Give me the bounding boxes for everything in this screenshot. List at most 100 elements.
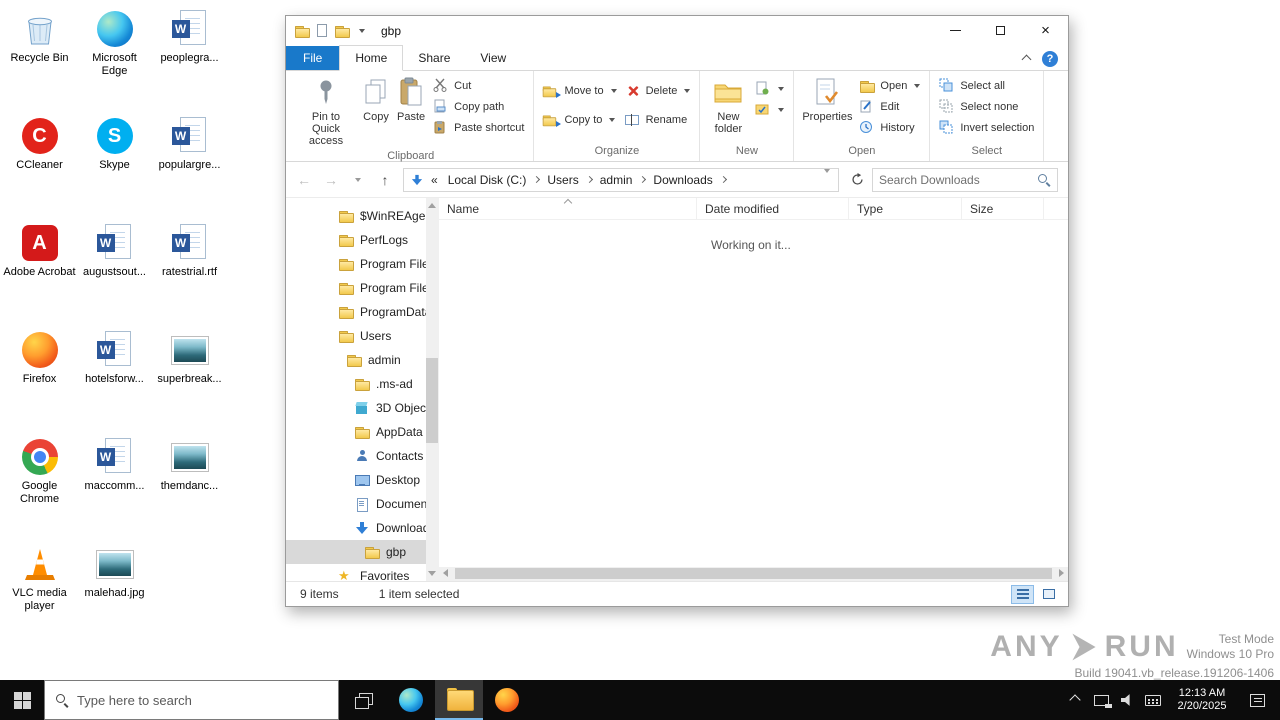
column-header-type[interactable]: Type (849, 198, 962, 219)
minimize-button[interactable] (933, 16, 978, 45)
network-button[interactable] (1088, 680, 1114, 720)
tab-file[interactable]: File (286, 46, 340, 70)
easy-access-button[interactable] (751, 101, 788, 119)
desktop-icon-ratestrial-rtf[interactable]: W ratestrial.rtf (152, 220, 227, 327)
keyboard-button[interactable] (1140, 680, 1166, 720)
breadcrumb-downloads[interactable]: Downloads (649, 173, 716, 187)
breadcrumb-admin[interactable]: admin (596, 173, 637, 187)
tree-item-appdata[interactable]: AppData (286, 420, 426, 444)
scrollbar-thumb[interactable] (455, 568, 1052, 579)
tree-item-users[interactable]: Users (286, 324, 426, 348)
qat-customize-caret-icon[interactable] (359, 28, 365, 33)
search-input[interactable] (879, 172, 1033, 187)
scroll-down-icon[interactable] (428, 571, 436, 576)
forward-button[interactable]: → (319, 168, 343, 192)
history-button[interactable]: History (855, 119, 924, 137)
cut-button[interactable]: Cut (429, 77, 528, 95)
taskbar-file-explorer-button[interactable] (435, 680, 483, 720)
tree-item-gbp[interactable]: gbp (286, 540, 426, 564)
paste-button[interactable]: Paste (393, 74, 429, 125)
paste-shortcut-button[interactable]: Paste shortcut (429, 119, 528, 137)
column-header-size[interactable]: Size (962, 198, 1044, 219)
desktop-icon-peoplegra[interactable]: W peoplegra... (152, 6, 227, 113)
desktop-icon-themdanc[interactable]: themdanc... (152, 434, 227, 541)
tree-item-program-files[interactable]: Program Files (286, 252, 426, 276)
help-button[interactable]: ? (1042, 51, 1058, 67)
tree-item-desktop[interactable]: Desktop (286, 468, 426, 492)
tree-item-favorites[interactable]: ★ Favorites (286, 564, 426, 581)
desktop-icon-skype[interactable]: S Skype (77, 113, 152, 220)
new-folder-button[interactable]: New folder (705, 74, 751, 137)
breadcrumb-chevron-icon[interactable] (639, 175, 647, 184)
desktop-icon-google-chrome[interactable]: Google Chrome (2, 434, 77, 541)
taskbar-clock[interactable]: 12:13 AM 2/20/2025 (1166, 687, 1238, 713)
task-view-button[interactable] (339, 680, 387, 720)
desktop-icon-microsoft-edge[interactable]: Microsoft Edge (77, 6, 152, 113)
column-header-name[interactable]: Name (439, 198, 697, 219)
show-hidden-icons-button[interactable] (1062, 680, 1088, 720)
qat-new-folder-icon[interactable] (334, 23, 350, 39)
desktop-icon-adobe-acrobat[interactable]: A Adobe Acrobat (2, 220, 77, 327)
open-button[interactable]: Open (855, 77, 924, 95)
refresh-button[interactable] (845, 168, 869, 192)
tab-home[interactable]: Home (339, 45, 404, 71)
desktop-icon-superbreak[interactable]: superbreak... (152, 327, 227, 434)
column-header-date-modified[interactable]: Date modified (697, 198, 849, 219)
copy-path-button[interactable]: Copy path (429, 98, 528, 116)
invert-selection-button[interactable]: Invert selection (935, 119, 1038, 137)
select-none-button[interactable]: Select none (935, 98, 1038, 116)
breadcrumb-chevron-icon[interactable] (585, 175, 593, 184)
maximize-button[interactable] (978, 16, 1023, 45)
details-view-button[interactable] (1011, 584, 1034, 604)
taskbar-search-input[interactable] (77, 692, 328, 708)
collapse-ribbon-icon[interactable] (1021, 54, 1032, 64)
search-box[interactable] (872, 167, 1058, 192)
properties-button[interactable]: Properties (799, 74, 855, 125)
new-item-button[interactable] (751, 80, 788, 98)
scroll-up-icon[interactable] (428, 203, 436, 208)
desktop-icon-vlc[interactable]: VLC media player (2, 541, 77, 648)
tree-item-program-files-x86[interactable]: Program Files (286, 276, 426, 300)
desktop-icon-maccomm[interactable]: W maccomm... (77, 434, 152, 541)
address-dropdown-button[interactable] (821, 168, 833, 187)
desktop-icon-ccleaner[interactable]: C CCleaner (2, 113, 77, 220)
edit-button[interactable]: Edit (855, 98, 924, 116)
breadcrumb-local-disk[interactable]: Local Disk (C:) (444, 173, 531, 187)
taskbar-search[interactable] (44, 680, 339, 720)
select-all-button[interactable]: Select all (935, 77, 1038, 95)
qat-properties-icon[interactable] (317, 24, 327, 37)
breadcrumb-chevron-icon[interactable] (719, 175, 727, 184)
tab-view[interactable]: View (465, 46, 521, 70)
rename-button[interactable]: Rename (621, 111, 695, 129)
tree-item-perflogs[interactable]: PerfLogs (286, 228, 426, 252)
tree-item-admin[interactable]: admin (286, 348, 426, 372)
breadcrumb-collapsed[interactable]: « (427, 173, 442, 187)
start-button[interactable] (0, 680, 44, 720)
taskbar-firefox-button[interactable] (483, 680, 531, 720)
action-center-button[interactable] (1238, 680, 1276, 720)
move-to-button[interactable]: Move to (539, 82, 620, 100)
back-button[interactable]: ← (292, 168, 316, 192)
navigation-scrollbar[interactable] (426, 198, 438, 581)
tree-item-programdata[interactable]: ProgramData (286, 300, 426, 324)
up-button[interactable]: ↑ (373, 168, 397, 192)
scrollbar-thumb[interactable] (426, 358, 438, 443)
desktop-icon-augustsout[interactable]: W augustsout... (77, 220, 152, 327)
copy-to-button[interactable]: Copy to (539, 111, 620, 129)
desktop-icon-firefox[interactable]: Firefox (2, 327, 77, 434)
breadcrumb-chevron-icon[interactable] (533, 175, 541, 184)
tree-item-documents[interactable]: Documents (286, 492, 426, 516)
tab-share[interactable]: Share (403, 46, 465, 70)
address-bar[interactable]: « Local Disk (C:) Users admin Downloads (403, 167, 839, 192)
close-button[interactable]: × (1023, 16, 1068, 45)
scroll-right-icon[interactable] (1059, 569, 1064, 577)
horizontal-scrollbar[interactable] (439, 567, 1068, 581)
files-area[interactable]: Working on it... (439, 220, 1068, 567)
copy-button[interactable]: Copy (359, 74, 393, 125)
taskbar-edge-button[interactable] (387, 680, 435, 720)
breadcrumb-users[interactable]: Users (543, 173, 582, 187)
tree-item-3d-objects[interactable]: 3D Objects (286, 396, 426, 420)
volume-button[interactable] (1114, 680, 1140, 720)
desktop-icon-hotelsforw[interactable]: W hotelsforw... (77, 327, 152, 434)
tree-item-ms-ad[interactable]: .ms-ad (286, 372, 426, 396)
